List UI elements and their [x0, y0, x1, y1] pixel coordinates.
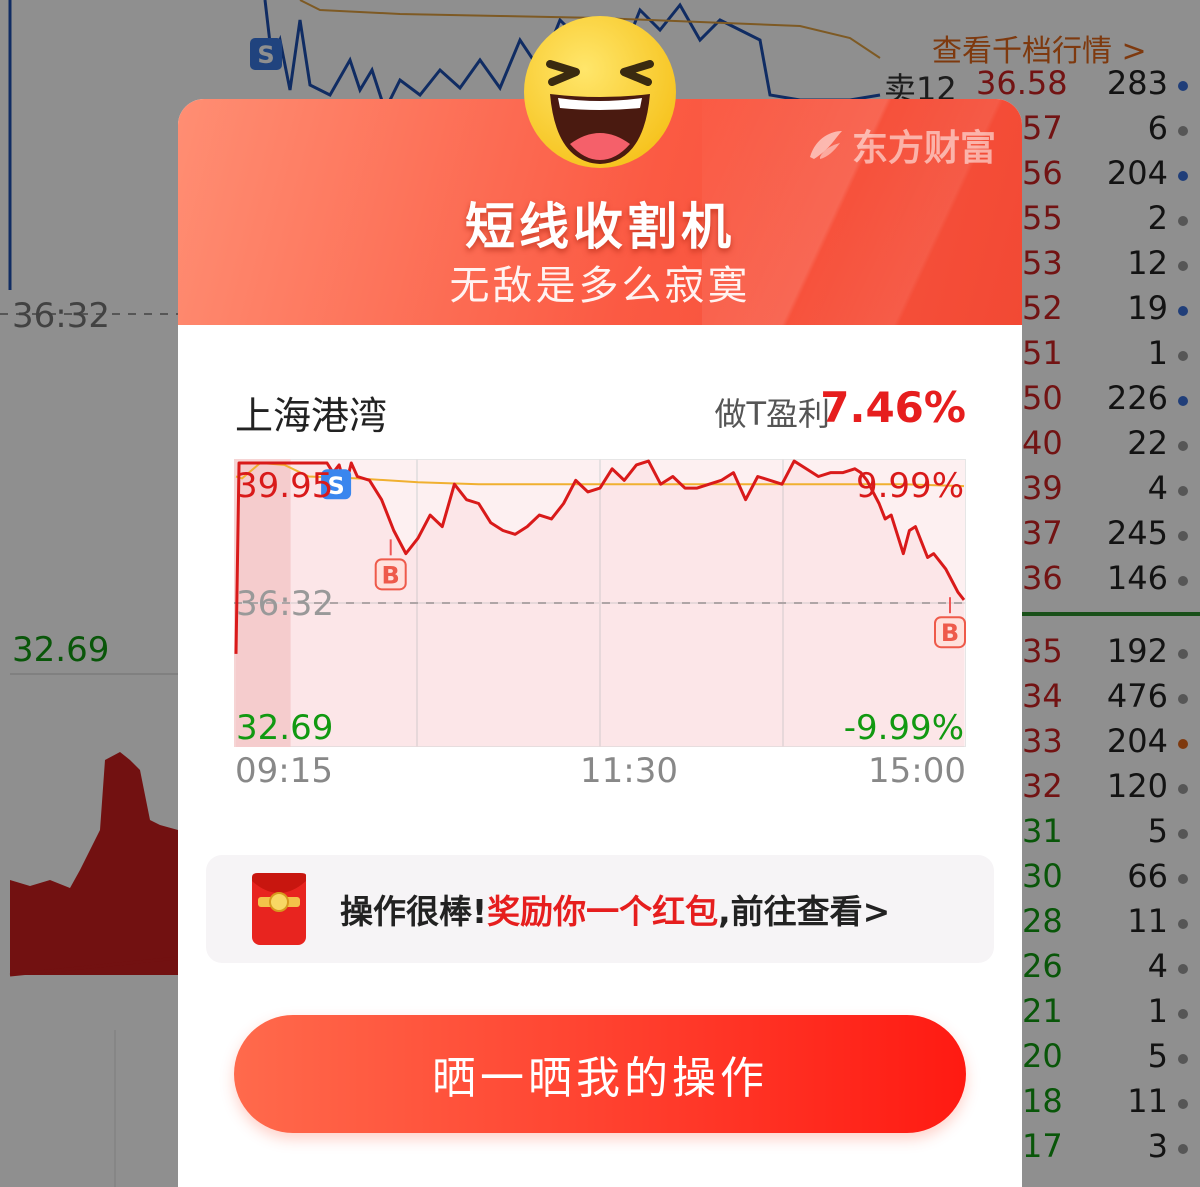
brand-name: 东方财富 [851, 128, 996, 169]
chart-pct-low-label: -9.99% [844, 708, 964, 747]
stock-name: 上海港湾 [235, 394, 388, 438]
profit-label: 做T盈利 [714, 395, 830, 433]
chart-x-tick: 11:30 [580, 751, 678, 791]
trade-chart: SBB39.9536:3232.699.99%-9.99% [234, 459, 966, 747]
chart-pct-high-label: 9.99% [856, 466, 964, 506]
brand-leaf-icon [809, 131, 842, 159]
share-modal: 东方财富 短线收割机 无敌是多么寂寞 上海港湾 做T盈利 7.46% S B B 39… [178, 99, 1022, 1187]
chart-price-area [236, 461, 964, 747]
chart-y-ref-label: 36:32 [236, 584, 334, 624]
reward-prefix: 操作很棒! [340, 892, 488, 931]
laughing-emoji-icon [524, 16, 676, 168]
chart-buy-marker-label: B [382, 561, 400, 589]
brand-logo: 东方财富 [806, 125, 996, 169]
chart-x-tick: 15:00 [868, 751, 966, 791]
modal-title: 短线收割机 [465, 198, 735, 256]
profit-value: 7.46% [820, 383, 966, 432]
chart-y-high-label: 39.95 [236, 466, 333, 506]
reward-suffix: ,前往查看> [718, 892, 891, 931]
reward-banner[interactable]: 操作很棒!奖励你一个红包,前往查看> [206, 855, 994, 963]
chart-buy-marker-label: B [941, 619, 959, 647]
chart-y-low-label: 32.69 [236, 708, 333, 747]
reward-highlight: 奖励你一个红包 [487, 892, 719, 931]
modal-subtitle: 无敌是多么寂寞 [449, 263, 751, 309]
red-envelope-icon [252, 873, 306, 945]
share-operation-button[interactable]: 晒一晒我的操作 [234, 1015, 966, 1133]
reward-text[interactable]: 操作很棒!奖励你一个红包,前往查看> [340, 885, 890, 933]
chart-x-tick: 09:15 [235, 751, 333, 791]
